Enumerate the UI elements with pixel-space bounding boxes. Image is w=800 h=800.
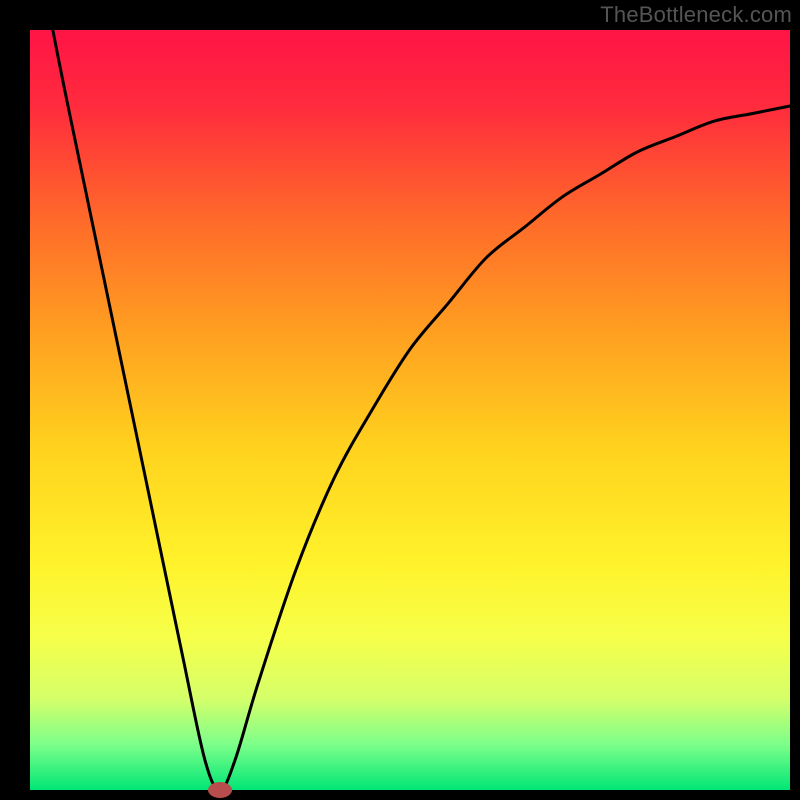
watermark-text: TheBottleneck.com	[600, 2, 792, 28]
bottleneck-chart	[0, 0, 800, 800]
plot-background	[30, 30, 790, 790]
chart-frame: TheBottleneck.com	[0, 0, 800, 800]
optimal-point-marker	[208, 782, 232, 798]
